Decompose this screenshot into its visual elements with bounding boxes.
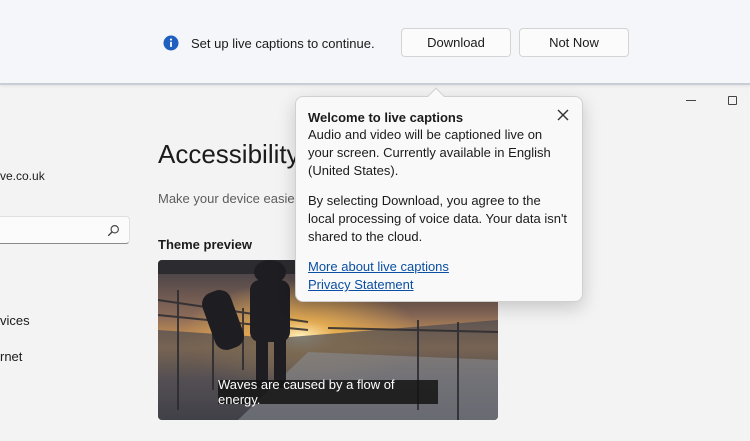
maximize-icon[interactable] — [728, 96, 737, 105]
download-button[interactable]: Download — [401, 28, 511, 57]
minimize-icon[interactable] — [686, 100, 696, 101]
account-email: ve.co.uk — [0, 169, 45, 183]
more-about-live-captions-link[interactable]: More about live captions — [308, 259, 449, 274]
captions-setup-message: Set up live captions to continue. — [191, 36, 375, 51]
live-captions-teaching-tip: Welcome to live captions Audio and video… — [295, 87, 583, 302]
live-captions-bar: Set up live captions to continue. Downlo… — [0, 0, 750, 85]
info-icon — [163, 35, 179, 51]
privacy-statement-link[interactable]: Privacy Statement — [308, 277, 414, 292]
theme-preview-label: Theme preview — [158, 237, 252, 252]
popup-body-text: Audio and video will be captioned live o… — [308, 127, 551, 178]
popup-title: Welcome to live captions — [308, 110, 464, 125]
search-input[interactable] — [0, 216, 130, 244]
close-icon[interactable] — [554, 106, 572, 124]
sidebar-item-devices[interactable]: vices — [0, 313, 30, 328]
search-icon[interactable] — [107, 224, 120, 237]
caption-sample: Waves are caused by a flow of energy. — [218, 377, 438, 407]
not-now-button[interactable]: Not Now — [519, 28, 629, 57]
sidebar-item-internet[interactable]: rnet — [0, 349, 22, 364]
page-subtitle: Make your device easier — [158, 191, 299, 206]
page-title: Accessibility — [158, 139, 300, 169]
popup-consent-text: By selecting Download, you agree to the … — [308, 193, 568, 244]
